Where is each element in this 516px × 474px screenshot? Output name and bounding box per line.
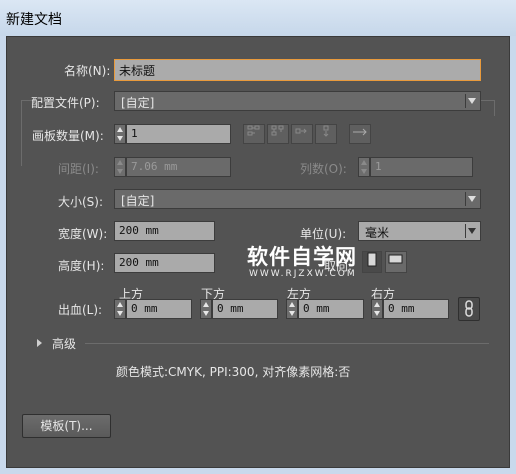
stepper-up-icon xyxy=(203,302,209,307)
chain-link-icon[interactable] xyxy=(458,297,480,321)
stepper-down-icon xyxy=(117,169,123,174)
bleed-label: 出血(L): xyxy=(58,303,103,317)
width-label: 宽度(W): xyxy=(58,227,108,241)
arrange-column-icon[interactable] xyxy=(315,124,337,144)
height-label: 高度(H): xyxy=(58,259,105,273)
units-label: 单位(U): xyxy=(300,227,347,241)
triangle-right-icon[interactable] xyxy=(37,339,42,347)
grid-by-row-icon[interactable] xyxy=(243,124,265,144)
stepper-up-icon xyxy=(361,160,367,165)
stepper-down-icon xyxy=(289,311,295,316)
artboards-field[interactable]: 1 xyxy=(126,124,231,144)
grid-by-column-icon[interactable] xyxy=(267,124,289,144)
profile-select-value: [自定] xyxy=(121,96,155,110)
size-select[interactable]: [自定] xyxy=(114,189,481,209)
spacing-label: 间距(I): xyxy=(58,162,99,176)
bleed-right-field[interactable]: 0 mm xyxy=(383,299,449,319)
bleed-bottom-stepper[interactable] xyxy=(200,299,212,319)
stepper-down-icon xyxy=(117,136,123,141)
window-title: 新建文档 xyxy=(6,12,62,28)
bleed-top-field[interactable]: 0 mm xyxy=(126,299,192,319)
stepper-up-icon xyxy=(117,302,123,307)
spacing-stepper xyxy=(114,157,126,177)
size-select-value: [自定] xyxy=(121,194,155,208)
bleed-bottom-field[interactable]: 0 mm xyxy=(212,299,278,319)
bleed-left-stepper[interactable] xyxy=(286,299,298,319)
height-field[interactable]: 200 mm xyxy=(114,253,215,273)
chevron-down-icon xyxy=(468,196,476,202)
chevron-down-icon xyxy=(468,98,476,104)
watermark: 软件自学网 WWW.RJZXW.COM xyxy=(247,241,397,285)
artboards-stepper[interactable] xyxy=(114,124,126,144)
units-select[interactable]: 毫米 xyxy=(358,221,481,241)
units-select-value: 毫米 xyxy=(365,226,390,240)
advanced-toggle[interactable]: 高级 xyxy=(52,335,76,352)
new-document-dialog: 名称(N): 未标题 配置文件(P): [自定] 画板数量(M): 1 间距(I… xyxy=(6,36,510,468)
stepper-up-icon xyxy=(374,302,380,307)
chevron-down-icon xyxy=(468,228,476,234)
watermark-brand: 软件自学网 xyxy=(247,245,357,269)
arrange-row-icon[interactable] xyxy=(291,124,313,144)
stepper-down-icon xyxy=(374,311,380,316)
stepper-up-icon xyxy=(117,160,123,165)
artboards-label: 画板数量(M): xyxy=(32,129,104,143)
profile-group-border-left xyxy=(21,100,22,166)
watermark-url: WWW.RJZXW.COM xyxy=(249,269,357,279)
profile-group-border-right xyxy=(494,100,495,116)
columns-label: 列数(O): xyxy=(300,162,347,176)
profile-select[interactable]: [自定] xyxy=(114,91,481,111)
stepper-down-icon xyxy=(117,311,123,316)
stepper-up-icon xyxy=(289,302,295,307)
columns-field: 1 xyxy=(370,157,473,177)
bleed-top-stepper[interactable] xyxy=(114,299,126,319)
window-titlebar: 新建文档 xyxy=(0,0,516,36)
name-label: 名称(N): xyxy=(64,64,111,78)
bleed-right-stepper[interactable] xyxy=(371,299,383,319)
document-summary: 颜色模式:CMYK, PPI:300, 对齐像素网格:否 xyxy=(116,365,351,379)
templates-button[interactable]: 模板(T)... xyxy=(22,414,111,438)
stepper-down-icon xyxy=(203,311,209,316)
arrow-right-icon[interactable] xyxy=(349,124,371,144)
name-field[interactable]: 未标题 xyxy=(114,59,481,81)
size-label: 大小(S): xyxy=(58,195,104,209)
profile-label: 配置文件(P): xyxy=(31,96,100,110)
width-field[interactable]: 200 mm xyxy=(114,221,215,241)
columns-stepper xyxy=(358,157,370,177)
stepper-down-icon xyxy=(361,169,367,174)
bleed-left-field[interactable]: 0 mm xyxy=(298,299,364,319)
spacing-field: 7.06 mm xyxy=(126,157,231,177)
advanced-divider xyxy=(85,343,489,344)
stepper-up-icon xyxy=(117,127,123,132)
